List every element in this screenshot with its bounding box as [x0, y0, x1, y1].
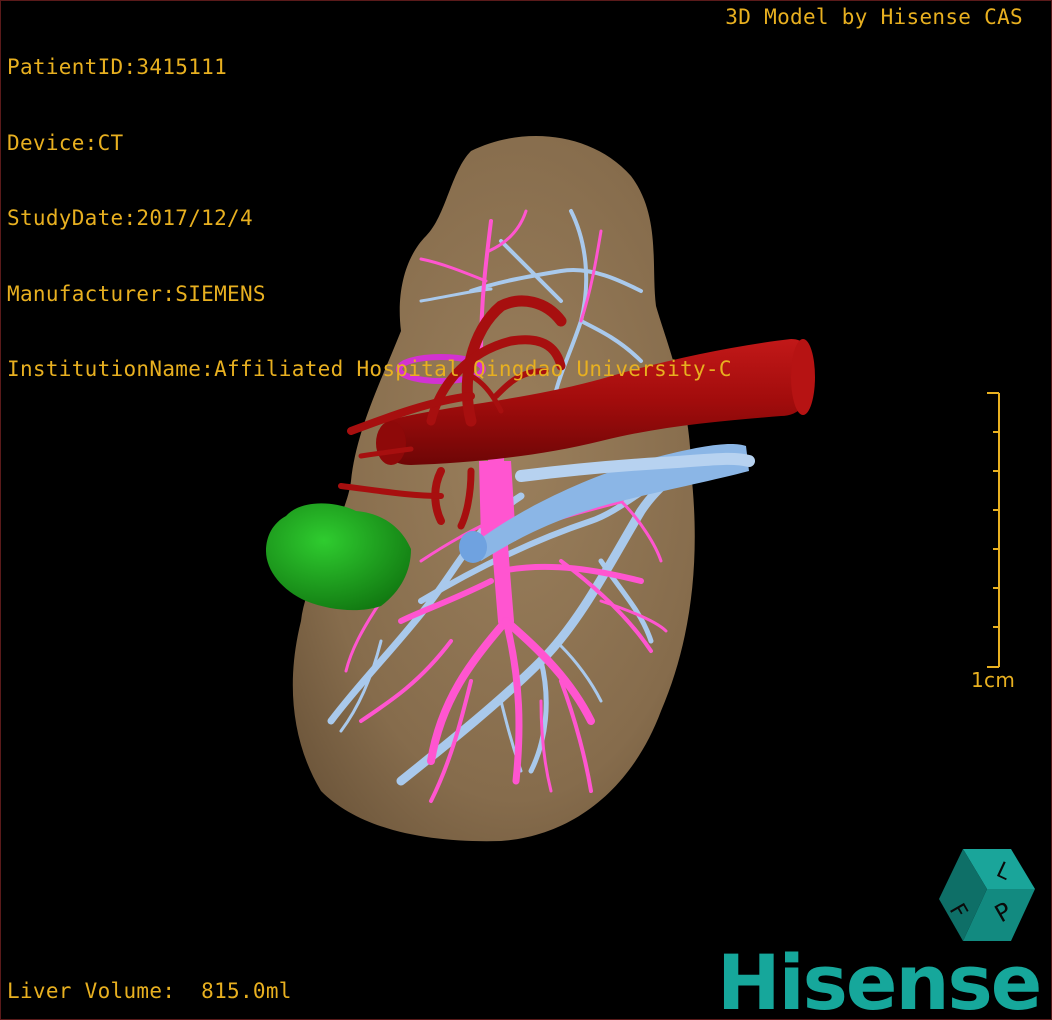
orientation-cube[interactable]: L P F: [935, 845, 1039, 949]
manufacturer-label: Manufacturer:SIEMENS: [7, 281, 266, 306]
device-label: Device:CT: [7, 130, 124, 155]
hisense-logo: Hisense: [717, 938, 1042, 1020]
institution-label: InstitutionName:Affiliated Hospital Qing…: [7, 357, 732, 381]
3d-viewport[interactable]: PatientID:3415111 Device:CT StudyDate:20…: [0, 0, 1052, 1020]
study-info-overlay: PatientID:3415111 Device:CT StudyDate:20…: [7, 5, 732, 433]
scale-bar-label: 1cm: [971, 668, 1016, 692]
model-credit-label: 3D Model by Hisense CAS: [725, 5, 1023, 29]
liver-volume-label: Liver Volume: 815.0ml: [7, 979, 292, 1003]
scale-bar: [987, 392, 1000, 668]
patient-id-label: PatientID:3415111: [7, 55, 228, 79]
study-date-label: StudyDate:2017/12/4: [7, 206, 253, 230]
